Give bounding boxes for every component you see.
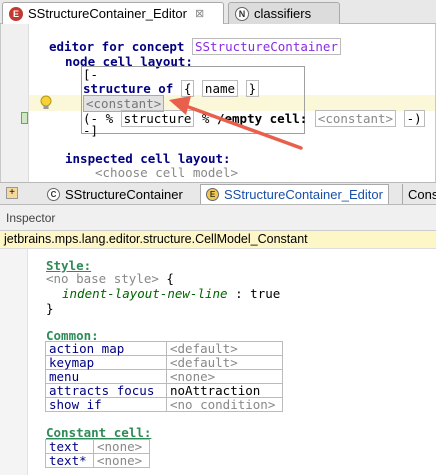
- choose-cell-model[interactable]: <choose cell model>: [95, 165, 238, 180]
- tab-label: classifiers: [254, 6, 312, 21]
- style-brace-close: }: [46, 301, 54, 316]
- concept-icon: C: [47, 187, 60, 201]
- constant-cell-header: Constant cell:: [46, 425, 152, 440]
- constant-properties-table: text <none> text* <none>: [45, 439, 150, 468]
- property-name: action map: [45, 341, 167, 356]
- property-value[interactable]: <none>: [166, 369, 283, 384]
- model-icon: N: [235, 6, 249, 21]
- tab-label: Cons: [408, 186, 436, 202]
- inspector-gutter: [0, 249, 28, 475]
- style-brace-open: {: [166, 271, 174, 286]
- concept-reference[interactable]: SStructureContainer: [192, 38, 341, 55]
- close-bracket[interactable]: -]: [83, 123, 98, 138]
- style-base-row: <no base style> {: [46, 271, 174, 286]
- tab-label: SStructureContainer: [65, 186, 183, 202]
- tab-sstructurecontainer-editor-aspect[interactable]: E SStructureContainer_Editor: [200, 184, 389, 204]
- inspector-node-fqn: jetbrains.mps.lang.editor.structure.Cell…: [0, 231, 436, 249]
- editor-aspect-icon: E: [206, 188, 219, 201]
- style-prop-row: indent-layout-new-line : true: [62, 286, 280, 301]
- editor-gutter: [1, 24, 29, 182]
- top-tab-bar: E SStructureContainer_Editor ⊠ N classif…: [0, 0, 436, 24]
- editor-aspect-tabs: + C SStructureContainer E SStructureCont…: [0, 182, 436, 205]
- property-name: text*: [45, 453, 94, 468]
- property-name: show if: [45, 397, 167, 412]
- lightbulb-icon[interactable]: [39, 95, 53, 111]
- property-value[interactable]: noAttraction: [166, 383, 283, 398]
- table-row: action map <default>: [45, 341, 283, 356]
- property-value[interactable]: <no condition>: [166, 397, 283, 412]
- tab-classifiers[interactable]: N classifiers: [228, 2, 340, 24]
- property-value[interactable]: <none>: [93, 453, 150, 468]
- structure-keyword[interactable]: structure: [83, 81, 151, 96]
- style-property-name[interactable]: indent-layout-new-line: [62, 286, 228, 301]
- style-colon: :: [235, 286, 243, 301]
- property-name: menu: [45, 369, 167, 384]
- annotation-arrow: [169, 96, 303, 150]
- close-icon[interactable]: ⊠: [195, 7, 204, 20]
- property-value[interactable]: <none>: [93, 439, 150, 454]
- inspector-panel[interactable]: Style: <no base style> { indent-layout-n…: [0, 249, 436, 475]
- optional-close[interactable]: -): [403, 110, 425, 127]
- no-base-style[interactable]: <no base style>: [46, 271, 159, 286]
- change-marker: [21, 112, 28, 124]
- table-row: text <none>: [45, 439, 150, 454]
- open-bracket[interactable]: [-: [83, 67, 98, 82]
- editor-line-1: editor for concept SStructureContainer: [49, 38, 341, 55]
- property-name: attracts focus: [45, 383, 167, 398]
- table-row: menu <none>: [45, 369, 283, 384]
- tab-label: SStructureContainer_Editor: [224, 187, 383, 202]
- empty-cell-constant[interactable]: <constant>: [314, 110, 397, 127]
- editor-for-keyword: editor for concept: [49, 39, 185, 54]
- tab-sstructurecontainer[interactable]: C SStructureContainer: [42, 184, 188, 204]
- common-properties-table: action map <default> keymap <default> me…: [45, 341, 283, 412]
- editor-icon: E: [9, 6, 23, 21]
- tab-cons[interactable]: Cons: [402, 184, 436, 204]
- editor-area[interactable]: editor for concept SStructureContainer n…: [0, 24, 436, 182]
- expand-icon[interactable]: +: [6, 187, 18, 199]
- inspector-title: Inspector: [0, 205, 436, 231]
- table-row: show if <no condition>: [45, 397, 283, 412]
- style-property-value[interactable]: true: [250, 286, 280, 301]
- tab-label: SStructureContainer_Editor: [28, 6, 187, 21]
- table-row: attracts focus noAttraction: [45, 383, 283, 398]
- property-value[interactable]: <default>: [166, 341, 283, 356]
- table-row: text* <none>: [45, 453, 150, 468]
- tab-sstructurecontainer-editor[interactable]: E SStructureContainer_Editor ⊠: [2, 2, 224, 24]
- constant-row: <constant>: [83, 95, 165, 112]
- property-name: text: [45, 439, 94, 454]
- property-name: keymap: [45, 355, 167, 370]
- property-value[interactable]: <default>: [166, 355, 283, 370]
- table-row: keymap <default>: [45, 355, 283, 370]
